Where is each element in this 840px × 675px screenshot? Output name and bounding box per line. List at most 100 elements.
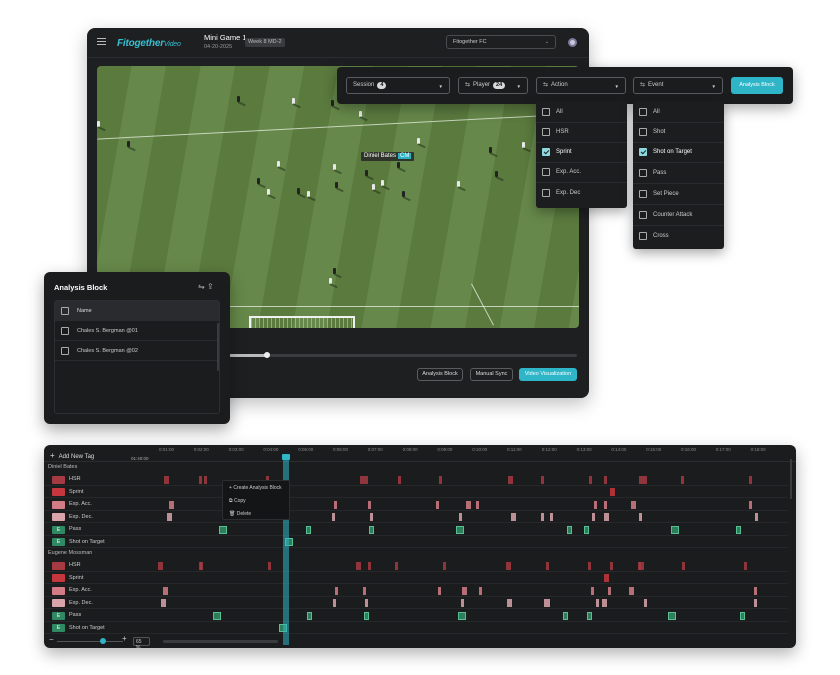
timeline-event-mark[interactable] — [479, 586, 482, 595]
event-option-set-piece[interactable]: Set Piece — [639, 190, 679, 200]
timeline-event-mark[interactable] — [164, 475, 169, 484]
timeline-event-mark[interactable] — [438, 586, 441, 595]
timeline-event-mark[interactable] — [163, 586, 168, 595]
timeline-event-mark[interactable] — [671, 525, 679, 534]
timeline-event-mark[interactable] — [511, 513, 516, 521]
event-option-shot[interactable]: Shot — [639, 128, 665, 138]
timeline-event-mark[interactable] — [508, 475, 513, 484]
track-color-swatch[interactable] — [52, 574, 65, 582]
action-option-sprint[interactable]: Sprint — [542, 148, 572, 158]
event-filter[interactable]: ⇆ Event ▼ — [633, 77, 723, 94]
timeline-event-mark[interactable] — [563, 611, 568, 620]
timeline-event-mark[interactable] — [368, 500, 371, 509]
timeline-event-mark[interactable] — [333, 599, 336, 607]
timeline-event-mark[interactable] — [363, 586, 366, 595]
timeline-event-mark[interactable] — [199, 561, 202, 570]
timeline-event-mark[interactable] — [306, 525, 311, 534]
timeline-event-mark[interactable] — [395, 561, 398, 570]
checkbox[interactable] — [542, 168, 550, 176]
zoom-input[interactable]: 65 % — [133, 637, 150, 648]
timeline-event-mark[interactable] — [364, 611, 369, 620]
timeline-event-mark[interactable] — [461, 599, 464, 607]
timeline-event-mark[interactable] — [439, 475, 442, 484]
vertical-scrollbar[interactable] — [790, 459, 792, 499]
video-visualization-button[interactable]: Video Visualization — [519, 368, 577, 381]
timeline-event-mark[interactable] — [332, 513, 335, 521]
timeline-event-mark[interactable] — [638, 561, 641, 570]
timeline-event-mark[interactable] — [644, 599, 647, 607]
timeline-track[interactable]: Exp. Acc. — [44, 584, 788, 597]
delete-menu-item[interactable]: 🗑 Delete — [229, 511, 251, 517]
timeline-event-mark[interactable] — [334, 500, 337, 509]
add-new-tag-button[interactable]: + Add New Tag — [50, 451, 94, 460]
timeline-event-mark[interactable] — [547, 599, 550, 607]
timeline-event-mark[interactable] — [213, 611, 221, 620]
checkbox[interactable] — [639, 232, 647, 240]
timeline-event-mark[interactable] — [443, 561, 446, 570]
timeline-event-mark[interactable] — [459, 513, 462, 521]
timeline-event-mark[interactable] — [736, 525, 741, 534]
analysis-block-filter-button[interactable]: Analysis Block — [731, 77, 783, 94]
scrollbar[interactable] — [217, 323, 219, 371]
action-filter[interactable]: ⇆ Action ▼ — [536, 77, 626, 94]
timeline-event-mark[interactable] — [307, 611, 312, 620]
timeline-event-mark[interactable] — [436, 500, 439, 509]
track-color-swatch[interactable]: E — [52, 538, 65, 546]
action-option-exp-dec[interactable]: Exp. Dec — [542, 189, 580, 199]
timeline-event-mark[interactable] — [604, 500, 607, 509]
timeline-track[interactable]: Exp. Acc. — [44, 498, 788, 511]
track-color-swatch[interactable] — [52, 475, 65, 484]
timeline-event-mark[interactable] — [462, 586, 467, 595]
timeline-track[interactable]: Exp. Dec. — [44, 511, 788, 523]
timeline-event-mark[interactable] — [594, 500, 597, 509]
timeline-event-mark[interactable] — [219, 525, 227, 534]
checkbox[interactable] — [639, 211, 647, 219]
timeline-track[interactable]: E Shot on Target — [44, 622, 788, 634]
zoom-out-icon[interactable]: − — [49, 635, 54, 644]
timeline-event-mark[interactable] — [466, 500, 471, 509]
team-select[interactable]: Fitogether FC ⌄ — [446, 35, 556, 49]
horizontal-scrollbar[interactable] — [163, 640, 278, 643]
timeline-event-mark[interactable] — [507, 599, 512, 607]
timeline-event-mark[interactable] — [604, 475, 607, 484]
track-color-swatch[interactable]: E — [52, 611, 65, 620]
track-color-swatch[interactable] — [52, 488, 65, 496]
timeline-event-mark[interactable] — [754, 586, 757, 595]
checkbox-checked[interactable] — [639, 148, 647, 156]
event-option-cross[interactable]: Cross — [639, 232, 669, 242]
timeline-event-mark[interactable] — [365, 475, 368, 484]
timeline-event-mark[interactable] — [587, 611, 592, 620]
timeline-event-mark[interactable] — [749, 475, 752, 484]
timeline-track[interactable]: Exp. Dec. — [44, 597, 788, 609]
timeline-event-mark[interactable] — [740, 611, 745, 620]
zoom-in-icon[interactable]: + — [122, 634, 127, 643]
checkbox[interactable] — [639, 169, 647, 177]
timeline-event-mark[interactable] — [591, 586, 594, 595]
playhead-handle[interactable] — [282, 454, 290, 460]
timeline-event-mark[interactable] — [369, 525, 374, 534]
event-option-all[interactable]: All — [639, 108, 660, 118]
timeline-event-mark[interactable] — [161, 599, 166, 607]
event-option-shot-on-target[interactable]: Shot on Target — [639, 148, 692, 158]
timeline-event-mark[interactable] — [754, 599, 757, 607]
checkbox[interactable] — [639, 108, 647, 116]
player-tag[interactable]: Diniel Bates CM — [361, 152, 415, 161]
event-option-counter-attack[interactable]: Counter Attack — [639, 211, 692, 221]
share-icon[interactable]: ⇪ — [207, 282, 214, 291]
timeline-event-mark[interactable] — [681, 475, 684, 484]
timeline-event-mark[interactable] — [629, 586, 634, 595]
checkbox[interactable] — [542, 189, 550, 197]
timeline-event-mark[interactable] — [610, 561, 613, 570]
analysis-block-button[interactable]: Analysis Block — [417, 368, 463, 381]
timeline-event-mark[interactable] — [668, 611, 676, 620]
timeline-event-mark[interactable] — [398, 475, 401, 484]
timeline-event-mark[interactable] — [749, 500, 752, 509]
timeline-event-mark[interactable] — [268, 561, 271, 570]
menu-icon[interactable] — [97, 38, 106, 45]
timeline-event-mark[interactable] — [458, 611, 466, 620]
event-option-pass[interactable]: Pass — [639, 169, 666, 179]
timeline-track[interactable]: Sprint — [44, 486, 788, 498]
timeline-event-mark[interactable] — [546, 561, 549, 570]
timeline-event-mark[interactable] — [584, 525, 589, 534]
action-option-exp-acc[interactable]: Exp. Acc. — [542, 168, 581, 178]
